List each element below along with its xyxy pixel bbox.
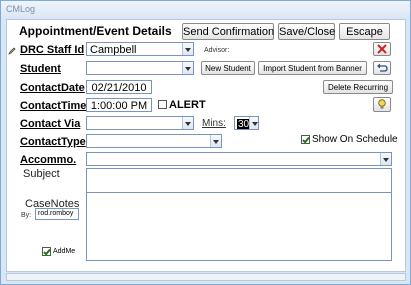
new-student-button[interactable]: New Student — [201, 61, 255, 75]
app-window: CMLog Appointment/Event Details Send Con… — [0, 0, 411, 285]
mins-label: Mins: — [202, 118, 226, 129]
accommo-label: Accommo. — [20, 154, 77, 166]
title-bar: CMLog — [1, 1, 410, 18]
casenotes-textarea[interactable] — [86, 192, 392, 261]
contact-time-field[interactable]: 1:00:00 PM — [86, 98, 152, 112]
contact-via-label: Contact Via — [20, 118, 81, 130]
send-confirmation-button[interactable]: Send Confirmation — [182, 23, 274, 40]
escape-button[interactable]: Escape — [339, 23, 390, 40]
by-label: By: — [21, 212, 32, 219]
show-on-schedule-label: Show On Schedule — [312, 134, 398, 145]
by-field[interactable]: rod.romboy — [35, 208, 79, 220]
addme-label: AddMe — [53, 248, 76, 255]
chevron-down-icon — [182, 43, 193, 55]
contact-date-field[interactable]: 02/21/2010 — [86, 80, 152, 94]
contact-type-select[interactable] — [86, 134, 222, 148]
delete-button[interactable] — [373, 42, 391, 56]
staff-id-value: Campbell — [90, 44, 137, 56]
alert-label: ALERT — [169, 99, 206, 111]
chevron-down-icon — [210, 135, 221, 147]
subject-label: Subject — [23, 168, 60, 180]
contact-time-label: ContactTime — [20, 100, 87, 112]
contact-type-label: ContactType — [20, 136, 86, 148]
chevron-down-icon — [182, 62, 193, 74]
student-select[interactable] — [86, 61, 194, 75]
help-button[interactable] — [373, 97, 391, 112]
advisor-label: Advisor: — [204, 47, 230, 54]
chevron-down-icon — [182, 117, 193, 129]
show-on-schedule-checkbox[interactable] — [301, 135, 310, 144]
contact-via-select[interactable] — [86, 116, 194, 130]
student-label: Student — [20, 63, 61, 75]
staff-id-label: DRC Staff Id — [20, 44, 85, 56]
window-title: CMLog — [6, 4, 36, 14]
delete-recurring-button[interactable]: Delete Recurring — [323, 80, 393, 94]
appointment-panel: Appointment/Event Details Send Confirmat… — [6, 19, 406, 272]
chevron-down-icon — [380, 153, 391, 165]
accommo-select[interactable] — [86, 152, 392, 166]
status-strip — [6, 273, 406, 281]
addme-checkbox[interactable] — [42, 247, 51, 256]
undo-button[interactable] — [373, 61, 391, 75]
save-close-button[interactable]: Save/Close — [278, 23, 335, 40]
import-student-button[interactable]: Import Student from Banner — [258, 61, 367, 75]
mins-select[interactable]: 30 — [234, 116, 259, 130]
alert-checkbox[interactable] — [158, 100, 167, 109]
staff-id-select[interactable]: Campbell — [86, 42, 194, 56]
contact-date-label: ContactDate — [20, 82, 85, 94]
chevron-down-icon — [249, 117, 258, 129]
pencil-icon — [8, 42, 16, 60]
page-title: Appointment/Event Details — [19, 24, 172, 38]
